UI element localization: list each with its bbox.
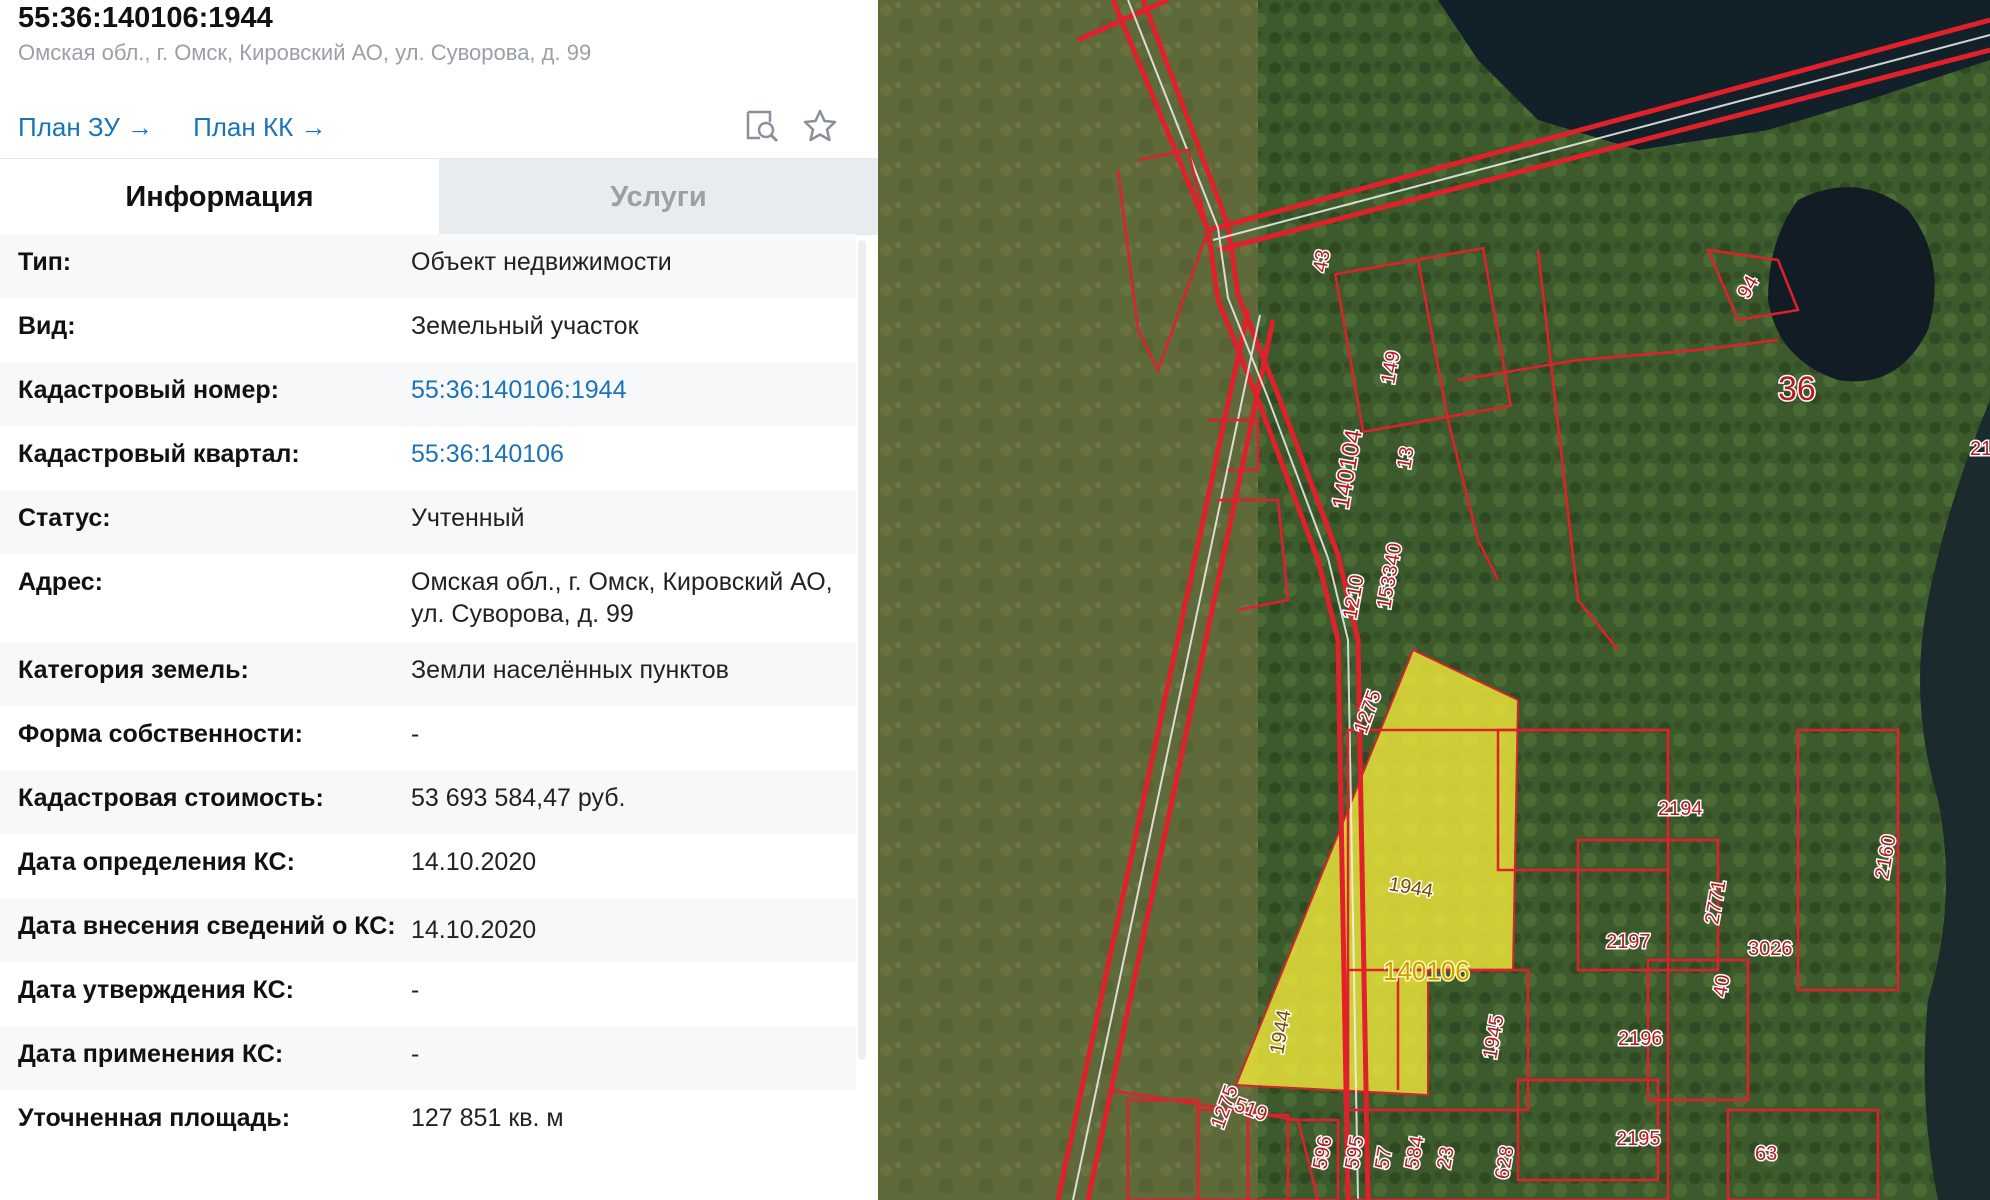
property-row: Тип: Объект недвижимости xyxy=(0,234,856,298)
property-label: Дата внесения сведений о КС: xyxy=(18,912,396,940)
property-value: Омская обл., г. Омск, Кировский АО, ул. … xyxy=(411,568,833,628)
property-row: Дата внесения сведений о КС: 14.10.2020 xyxy=(0,898,856,962)
map-label: 36 xyxy=(1778,370,1816,408)
property-value: Учтенный xyxy=(411,504,525,532)
property-label: Дата применения КС: xyxy=(18,1040,284,1068)
property-label: Тип: xyxy=(18,248,72,276)
plan-links: План ЗУ → План КК → xyxy=(18,112,326,143)
property-label: Дата определения КС: xyxy=(18,848,295,876)
property-label: Кадастровый квартал: xyxy=(18,440,300,468)
property-row: Кадастровая стоимость: 53 693 584,47 руб… xyxy=(0,770,856,834)
property-value: 53 693 584,47 руб. xyxy=(411,784,626,812)
properties-table: Тип: Объект недвижимости Вид: Земельный … xyxy=(0,234,856,1154)
tab-bar: Информация Услуги xyxy=(0,158,878,235)
map-label: 3026 xyxy=(1748,938,1793,960)
map-view[interactable]: 43 149 140104 13 153340 1210 1275 1275 1… xyxy=(878,0,1990,1200)
plan-kk-link[interactable]: План КК → xyxy=(193,112,326,143)
map-label: 21 xyxy=(1970,438,1990,460)
property-label: Дата утверждения КС: xyxy=(18,976,294,1004)
property-value: - xyxy=(411,1040,420,1068)
property-row: Статус: Учтенный xyxy=(0,490,856,554)
info-panel: 55:36:140106:1944 Омская обл., г. Омск, … xyxy=(0,0,878,1200)
map-label: 2194 xyxy=(1658,798,1703,820)
panel-tools xyxy=(744,108,838,144)
map-label: 43 xyxy=(1309,248,1335,274)
map-label: 13 xyxy=(1393,445,1419,471)
property-label: Вид: xyxy=(18,312,76,340)
search-document-icon[interactable] xyxy=(744,108,780,144)
property-value: 14.10.2020 xyxy=(411,916,537,944)
property-label: Уточненная площадь: xyxy=(18,1104,291,1132)
map-label: 140106 xyxy=(1383,956,1470,986)
lake-east xyxy=(1768,187,1935,382)
property-row: Категория земель: Земли населённых пункт… xyxy=(0,642,856,706)
property-value: - xyxy=(411,976,420,1004)
panel-scrollbar[interactable] xyxy=(858,240,866,1060)
cadastral-quarter-link[interactable]: 55:36:140106 xyxy=(411,438,856,478)
property-label: Категория земель: xyxy=(18,656,249,684)
property-value: - xyxy=(411,720,420,748)
property-value: Земли населённых пунктов xyxy=(411,656,729,684)
property-label: Статус: xyxy=(18,504,111,532)
star-icon[interactable] xyxy=(802,108,838,144)
property-label: Кадастровый номер: xyxy=(18,376,279,404)
map-label: 23 xyxy=(1433,1145,1459,1171)
tab-information[interactable]: Информация xyxy=(0,159,439,235)
map-label: 2195 xyxy=(1616,1128,1661,1150)
cadastral-number-link[interactable]: 55:36:140106:1944 xyxy=(411,374,856,414)
property-value: Объект недвижимости xyxy=(411,248,672,276)
property-value: Земельный участок xyxy=(411,312,639,340)
property-row: Кадастровый квартал: 55:36:140106 xyxy=(0,426,856,490)
property-row: Форма собственности: - xyxy=(0,706,856,770)
map-label: 40 xyxy=(1709,973,1735,999)
property-value: 127 851 кв. м xyxy=(411,1104,564,1132)
map-label: 57 xyxy=(1371,1145,1397,1171)
property-row: Кадастровый номер: 55:36:140106:1944 xyxy=(0,362,856,426)
satellite-map[interactable]: 43 149 140104 13 153340 1210 1275 1275 1… xyxy=(878,0,1990,1200)
map-label: 2197 xyxy=(1606,931,1651,953)
property-row: Вид: Земельный участок xyxy=(0,298,856,362)
tab-services[interactable]: Услуги xyxy=(439,159,878,235)
property-label: Форма собственности: xyxy=(18,720,303,748)
cadastral-title: 55:36:140106:1944 xyxy=(18,2,273,34)
map-label: 2196 xyxy=(1618,1028,1663,1050)
plan-zu-link[interactable]: План ЗУ → xyxy=(18,112,153,143)
property-label: Кадастровая стоимость: xyxy=(18,784,324,812)
map-label: 63 xyxy=(1755,1143,1777,1165)
cadastral-address: Омская обл., г. Омск, Кировский АО, ул. … xyxy=(18,40,592,65)
property-row: Дата применения КС: - xyxy=(0,1026,856,1090)
property-row: Дата утверждения КС: - xyxy=(0,962,856,1026)
property-row: Адрес: Омская обл., г. Омск, Кировский А… xyxy=(0,554,856,642)
property-label: Адрес: xyxy=(18,568,103,596)
property-row: Уточненная площадь: 127 851 кв. м xyxy=(0,1090,856,1154)
property-value: 14.10.2020 xyxy=(411,848,537,876)
property-row: Дата определения КС: 14.10.2020 xyxy=(0,834,856,898)
